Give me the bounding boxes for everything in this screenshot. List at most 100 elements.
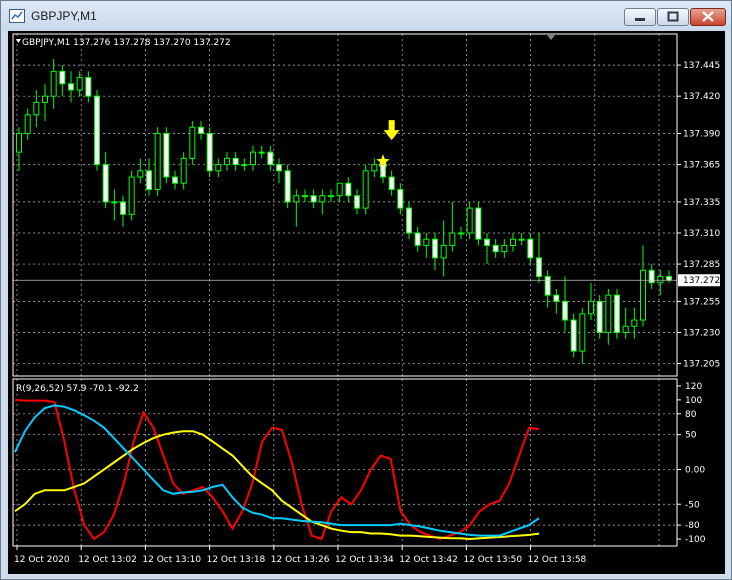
bear-candle-body xyxy=(354,195,360,209)
price-label: 137.310 xyxy=(683,229,720,239)
bear-candle-body xyxy=(492,244,499,253)
bull-candle-body xyxy=(250,151,256,166)
bear-candle-body xyxy=(648,269,655,284)
indicator-scale-label: 0.00 xyxy=(685,465,705,475)
bull-candle-body xyxy=(137,170,144,178)
chart-grid xyxy=(13,34,677,546)
bull-candle-body xyxy=(588,300,594,315)
chart-window-icon xyxy=(9,9,25,23)
bear-candle-body xyxy=(284,170,291,203)
bear-candle-body xyxy=(544,276,551,296)
bull-candle-body xyxy=(33,101,40,116)
bull-candle-body xyxy=(293,195,300,203)
bull-candle-body xyxy=(128,176,135,215)
chart-canvas[interactable]: 137.272 137.445 137.420 137.390 137.365 137.… xyxy=(8,31,725,574)
bull-candle-body xyxy=(440,244,447,259)
bull-candle-body xyxy=(640,269,646,321)
bull-candle-body xyxy=(579,313,586,352)
price-label: 137.335 xyxy=(683,198,720,208)
price-label: 137.365 xyxy=(683,161,720,171)
price-label: 137.390 xyxy=(683,129,720,139)
bear-candle-body xyxy=(570,319,577,352)
bear-candle-body xyxy=(172,176,178,184)
bear-candle-body xyxy=(553,294,560,302)
bull-candle-body xyxy=(180,157,187,184)
sell-arrow-icon xyxy=(383,120,400,141)
bear-candle-body xyxy=(388,176,395,190)
bear-candle-body xyxy=(94,95,100,166)
bear-candle-body xyxy=(206,132,213,172)
bear-candle-body xyxy=(414,232,421,246)
bear-candle-body xyxy=(163,132,170,178)
main-pane-frame xyxy=(12,33,678,377)
current-price-line: 137.272 xyxy=(13,274,720,287)
bull-candle-body xyxy=(510,238,516,246)
indicator-scale-label: 80 xyxy=(685,410,697,420)
bear-candle-body xyxy=(345,182,352,197)
main-chart-header: GBPJPY,M1 137.276 137.278 137.270 137.27… xyxy=(22,38,231,48)
minimize-icon xyxy=(635,18,645,21)
bull-candle-body xyxy=(631,319,638,327)
rsi-slow-line xyxy=(14,404,540,537)
time-label: 12 Oct 13:50 xyxy=(463,555,522,565)
shift-marker-icon[interactable] xyxy=(546,34,556,40)
bull-candle-body xyxy=(189,126,196,159)
bull-candle-body xyxy=(319,195,326,203)
bull-candle-body xyxy=(16,132,22,153)
bull-candle-body xyxy=(605,294,612,333)
bear-candle-body xyxy=(85,77,92,97)
bull-candle-body xyxy=(371,164,378,172)
bull-candle-body xyxy=(328,195,334,198)
minimize-button[interactable] xyxy=(624,8,656,26)
bear-candle-body xyxy=(475,207,482,240)
bear-candle-body xyxy=(310,195,317,203)
bull-candle-body xyxy=(501,244,508,253)
bear-candle-body xyxy=(666,276,672,281)
bull-candle-body xyxy=(76,77,83,91)
maximize-button[interactable] xyxy=(657,8,689,26)
terminal-window: GBPJPY,M1 137.272 137.445 137.420 137.390 1… xyxy=(0,0,732,580)
price-label: 137.285 xyxy=(683,260,720,270)
bull-candle-body xyxy=(657,276,664,284)
bear-candle-body xyxy=(484,238,490,246)
bear-candle-body xyxy=(59,70,66,85)
indicator-scale-label: 120 xyxy=(685,382,702,392)
bull-candle-body xyxy=(362,170,369,209)
bear-candle-body xyxy=(406,207,412,234)
close-icon xyxy=(702,11,714,22)
title-bar[interactable]: GBPJPY,M1 xyxy=(1,1,731,31)
bear-candle-body xyxy=(536,257,542,278)
bear-candle-body xyxy=(432,238,438,259)
time-label: 12 Oct 2020 xyxy=(14,555,70,565)
bull-candle-body xyxy=(241,164,248,167)
bull-candle-body xyxy=(449,232,456,246)
time-label: 12 Oct 13:58 xyxy=(528,555,587,565)
signal-markers xyxy=(376,120,400,167)
bull-candle-body xyxy=(336,182,343,197)
time-label: 12 Oct 13:10 xyxy=(142,555,201,565)
bear-candle-body xyxy=(120,201,126,215)
bull-candle-body xyxy=(42,95,48,103)
bear-candle-body xyxy=(562,300,568,321)
bull-candle-body xyxy=(518,238,525,241)
bull-candle-body xyxy=(302,195,308,198)
price-label: 137.420 xyxy=(683,92,720,102)
price-candles xyxy=(16,58,672,364)
bear-candle-body xyxy=(527,238,534,259)
bear-candle-body xyxy=(232,157,239,166)
bear-candle-body xyxy=(102,164,109,203)
close-button[interactable] xyxy=(690,8,726,26)
price-label: 137.230 xyxy=(683,328,720,338)
bear-candle-body xyxy=(397,188,404,209)
chart-area[interactable]: 137.272 137.445 137.420 137.390 137.365 137.… xyxy=(8,31,725,574)
bull-candle-body xyxy=(423,238,430,246)
time-label: 12 Oct 13:26 xyxy=(271,555,330,565)
time-label: 12 Oct 13:18 xyxy=(207,555,266,565)
bear-candle-body xyxy=(596,300,603,333)
time-label: 12 Oct 13:34 xyxy=(335,555,394,565)
bull-candle-body xyxy=(111,201,118,204)
time-label: 12 Oct 13:02 xyxy=(78,555,137,565)
time-label: 12 Oct 13:42 xyxy=(399,555,458,565)
indicator-scale-label: -100 xyxy=(685,535,706,545)
bull-candle-body xyxy=(50,70,57,97)
